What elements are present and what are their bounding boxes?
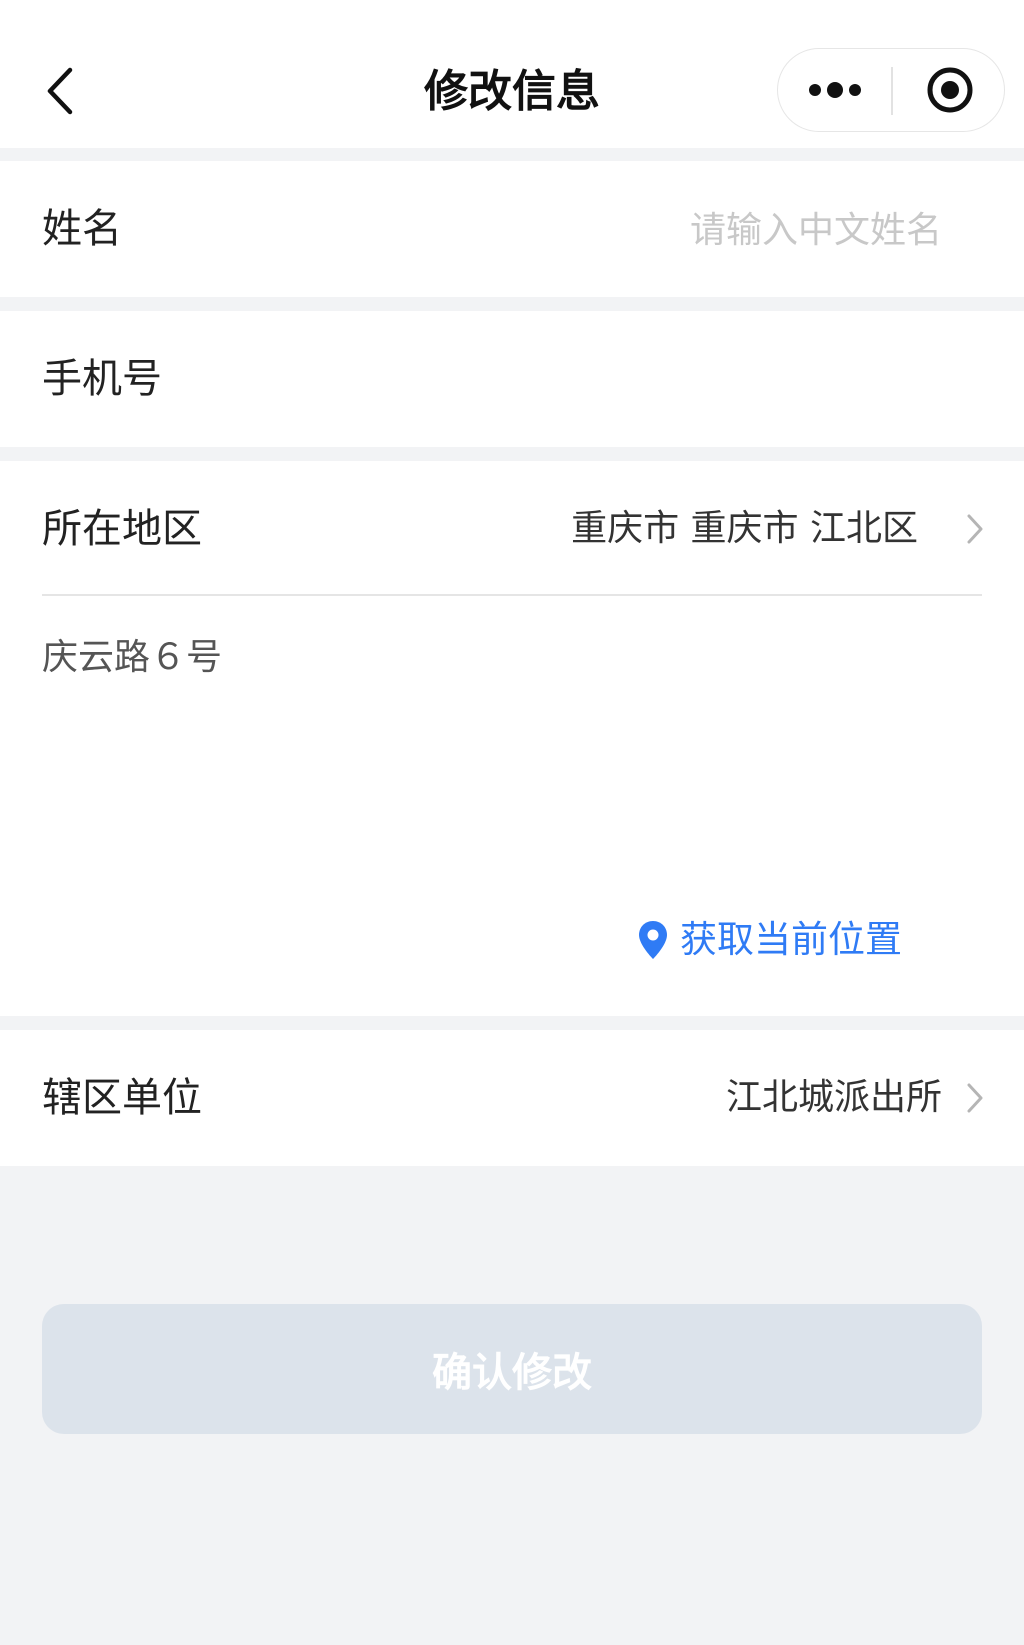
- nav-bar: 修改信息: [0, 0, 1024, 148]
- target-circle-icon: [927, 67, 972, 113]
- region-value: 重庆市 重庆市 江北区: [571, 508, 918, 549]
- unit-label: 辖区单位: [42, 1075, 202, 1121]
- get-location-label: 获取当前位置: [680, 918, 902, 961]
- location-pin-icon: [639, 921, 667, 959]
- unit-value: 江北城派出所: [725, 1077, 942, 1118]
- phone-row: 手机号: [0, 311, 1024, 447]
- name-input[interactable]: 请输入中文姓名: [690, 203, 942, 259]
- name-row: 姓名 请输入中文姓名: [0, 161, 1024, 297]
- mini-program-capsule: [777, 48, 1005, 132]
- more-dots-icon: [808, 82, 861, 98]
- get-location-button[interactable]: 获取当前位置: [638, 912, 902, 968]
- more-button[interactable]: [778, 49, 891, 131]
- confirm-edit-button[interactable]: 确认修改: [42, 1304, 982, 1434]
- chevron-right-icon: [960, 509, 990, 549]
- region-label: 所在地区: [42, 506, 202, 552]
- chevron-right-icon: [960, 1078, 990, 1118]
- phone-label: 手机号: [42, 356, 162, 402]
- name-label: 姓名: [42, 206, 122, 252]
- close-button[interactable]: [893, 49, 1006, 131]
- unit-row[interactable]: 辖区单位 江北城派出所: [0, 1030, 1024, 1166]
- region-divider: [42, 594, 982, 596]
- address-textarea[interactable]: 庆云路６号: [42, 630, 222, 686]
